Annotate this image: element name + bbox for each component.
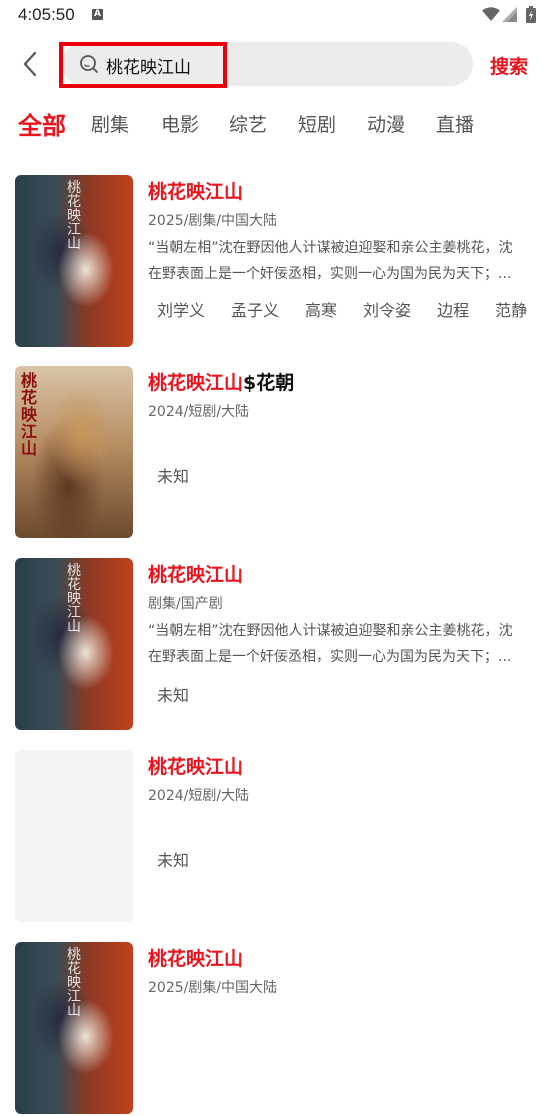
result-cast: 刘学义 孟子义 高寒 刘令姿 边程 范静 (157, 297, 554, 321)
battery-icon (526, 6, 536, 23)
tab-series[interactable]: 剧集 (91, 110, 129, 137)
result-cast-unknown: 未知 (157, 467, 190, 486)
poster-image: 桃花映江山 (15, 366, 133, 538)
result-title: 桃花映江山 (148, 756, 244, 778)
notification-badge: A (92, 9, 103, 20)
result-title: 桃花映江山$花朝 (148, 372, 295, 394)
poster-image: 桃花映江山 (15, 558, 133, 730)
back-button[interactable] (18, 50, 44, 78)
poster-image: 桃花映江山 (15, 175, 133, 347)
result-item[interactable]: 桃花映江山 2024/短剧/大陆 未知 (0, 750, 554, 924)
result-item[interactable]: 桃花映江山 桃花映江山 剧集/国产剧 “当朝左相”沈在野因他人计谋被迫迎娶和亲公… (0, 558, 554, 732)
signal-icon (502, 7, 517, 22)
result-meta: 2024/短剧/大陆 (148, 404, 250, 420)
tab-short-drama[interactable]: 短剧 (298, 110, 336, 137)
result-meta: 2025/剧集/中国大陆 (148, 980, 278, 996)
cast-name: 刘学义 (157, 301, 206, 320)
result-item[interactable]: 桃花映江山 桃花映江山 2025/剧集/中国大陆 (0, 942, 554, 1116)
category-tabs: 全部 剧集 电影 综艺 短剧 动漫 直播 (0, 104, 554, 144)
poster-title: 桃花映江山 (67, 180, 81, 252)
result-title: 桃花映江山 (148, 948, 244, 970)
tab-movie[interactable]: 电影 (161, 110, 199, 137)
poster-title: 桃花映江山 (67, 563, 81, 635)
poster-title: 桃花映江山 (67, 947, 81, 1019)
wifi-icon (482, 7, 500, 21)
cast-name: 刘令姿 (363, 301, 412, 320)
tab-anime[interactable]: 动漫 (367, 110, 405, 137)
result-meta: 2025/剧集/中国大陆 (148, 213, 278, 229)
tab-all[interactable]: 全部 (18, 106, 66, 141)
cast-name: 孟子义 (231, 301, 280, 320)
cast-name: 高寒 (305, 301, 338, 320)
search-input[interactable]: 桃花映江山 (106, 53, 191, 78)
search-button[interactable]: 搜索 (490, 52, 528, 79)
result-meta: 剧集/国产剧 (148, 596, 223, 612)
cast-name: 范静 (495, 301, 528, 320)
result-title: 桃花映江山 (148, 564, 244, 586)
poster-image: 桃花映江山 (15, 942, 133, 1114)
result-meta: 2024/短剧/大陆 (148, 788, 250, 804)
tab-variety[interactable]: 综艺 (229, 110, 267, 137)
status-time: 4:05:50 (18, 5, 75, 24)
result-item[interactable]: 桃花映江山 桃花映江山$花朝 2024/短剧/大陆 未知 (0, 366, 554, 540)
result-item[interactable]: 桃花映江山 桃花映江山 2025/剧集/中国大陆 “当朝左相”沈在野因他人计谋被… (0, 175, 554, 349)
poster-title: 桃花映江山 (21, 371, 38, 458)
result-cast-unknown: 未知 (157, 851, 190, 870)
result-cast-unknown: 未知 (157, 686, 190, 705)
result-title: 桃花映江山 (148, 181, 244, 203)
search-icon (80, 55, 98, 73)
tab-live[interactable]: 直播 (436, 110, 474, 137)
result-description: “当朝左相”沈在野因他人计谋被迫迎娶和亲公主姜桃花，沈 在野表面上是一个奸佞丞相… (148, 623, 513, 665)
result-description: “当朝左相”沈在野因他人计谋被迫迎娶和亲公主姜桃花，沈 在野表面上是一个奸佞丞相… (148, 240, 513, 282)
status-bar: 4:05:50 A (0, 0, 554, 32)
cast-name: 边程 (437, 301, 470, 320)
poster-placeholder (15, 750, 133, 922)
chevron-left-icon (23, 51, 37, 77)
